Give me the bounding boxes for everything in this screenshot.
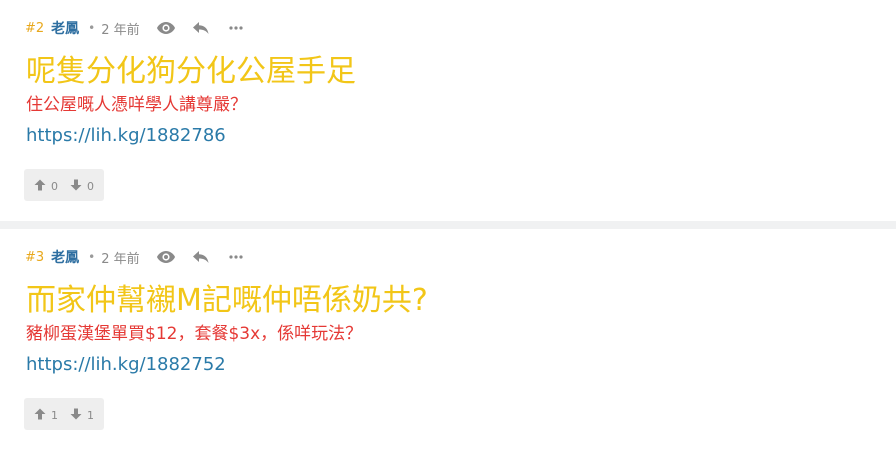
post-number[interactable]: #3: [25, 250, 44, 265]
eye-icon[interactable]: [156, 247, 176, 267]
thumbs-down-icon: [70, 179, 82, 191]
upvote-count: 0: [51, 180, 58, 193]
downvote-count: 0: [87, 180, 94, 193]
eye-icon[interactable]: [156, 18, 176, 38]
thumbs-down-icon: [70, 408, 82, 420]
post-number[interactable]: #2: [25, 21, 44, 36]
upvote-button[interactable]: 1: [34, 406, 58, 422]
post-title: 而家仲幫襯M記嘅仲唔係奶共?: [26, 283, 428, 318]
vote-box: 1 1: [24, 398, 104, 430]
post-meta: #2 老鳳 • 2 年前: [24, 0, 872, 38]
post-divider: [0, 221, 896, 229]
meta-separator: •: [88, 21, 96, 35]
more-icon[interactable]: [226, 18, 246, 38]
author-name[interactable]: 老鳳: [51, 18, 79, 38]
upvote-count: 1: [51, 409, 58, 422]
post-3: #3 老鳳 • 2 年前 而家仲幫襯M記嘅仲唔係奶共? 豬柳蛋漢堡單買$12，套…: [0, 229, 896, 449]
post-subtitle: 豬柳蛋漢堡單買$12，套餐$3x，係咩玩法？: [26, 324, 363, 344]
post-time: 2 年前: [101, 22, 140, 38]
post-meta: #3 老鳳 • 2 年前: [24, 229, 872, 267]
thumbs-up-icon: [34, 179, 46, 191]
downvote-count: 1: [87, 409, 94, 422]
meta-separator: •: [88, 250, 96, 264]
post-link[interactable]: https://lih.kg/1882786: [26, 123, 226, 149]
thumbs-up-icon: [34, 408, 46, 420]
post-subtitle: 住公屋嘅人憑咩學人講尊嚴？: [26, 95, 247, 115]
more-icon[interactable]: [226, 247, 246, 267]
post-2: #2 老鳳 • 2 年前 呢隻分化狗分化公屋手足 住公屋嘅人憑咩學人講尊嚴？ h…: [0, 0, 896, 221]
reply-icon[interactable]: [191, 18, 211, 38]
post-time: 2 年前: [101, 251, 140, 267]
author-name[interactable]: 老鳳: [51, 247, 79, 267]
reply-icon[interactable]: [191, 247, 211, 267]
downvote-button[interactable]: 1: [70, 406, 94, 422]
vote-box: 0 0: [24, 169, 104, 201]
post-title: 呢隻分化狗分化公屋手足: [26, 54, 356, 89]
downvote-button[interactable]: 0: [70, 177, 94, 193]
upvote-button[interactable]: 0: [34, 177, 58, 193]
post-link[interactable]: https://lih.kg/1882752: [26, 352, 226, 378]
